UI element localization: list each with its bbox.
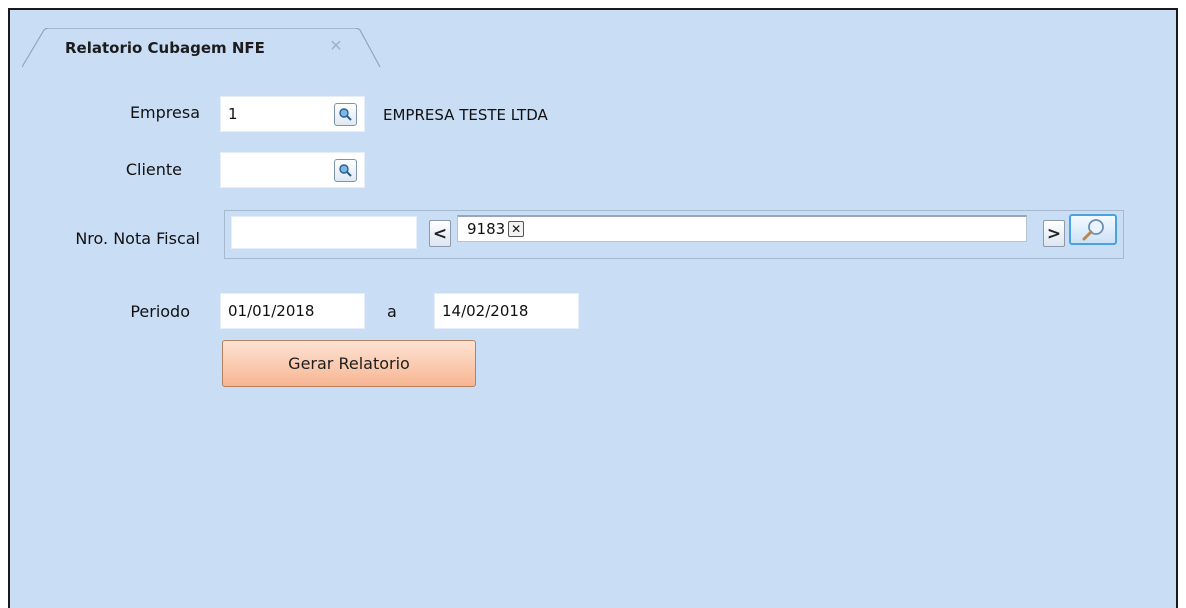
nota-fiscal-token-list[interactable]: 9183 ✕ <box>457 215 1027 242</box>
nota-fiscal-label: Nro. Nota Fiscal <box>75 229 200 248</box>
periodo-start-input[interactable]: 01/01/2018 <box>220 293 365 329</box>
report-window: Relatorio Cubagem NFE ✕ Empresa 1 EMPRES… <box>8 8 1178 608</box>
nota-fiscal-search-button[interactable] <box>1069 214 1117 245</box>
empresa-name: EMPRESA TESTE LTDA <box>383 106 548 124</box>
cliente-lookup-button[interactable] <box>334 159 357 182</box>
next-button[interactable]: > <box>1043 220 1065 247</box>
tab-title: Relatorio Cubagem NFE <box>65 39 265 57</box>
close-icon[interactable]: ✕ <box>327 37 345 55</box>
magnifier-icon <box>1082 218 1104 240</box>
prev-button[interactable]: < <box>429 220 451 247</box>
search-icon <box>339 164 352 177</box>
nota-fiscal-panel: < 9183 ✕ > <box>224 210 1124 259</box>
periodo-label: Periodo <box>130 302 190 321</box>
periodo-separator: a <box>387 302 397 321</box>
cliente-label: Cliente <box>125 160 182 179</box>
nota-fiscal-token: 9183 ✕ <box>467 219 525 239</box>
tab-relatorio-cubagem-nfe[interactable]: Relatorio Cubagem NFE ✕ <box>22 28 382 68</box>
chevron-left-icon: < <box>432 223 448 244</box>
periodo-end-value: 14/02/2018 <box>442 302 529 320</box>
tab-strip: Relatorio Cubagem NFE ✕ <box>10 10 1176 68</box>
token-value: 9183 <box>467 220 506 238</box>
remove-token-icon[interactable]: ✕ <box>508 221 525 237</box>
gerar-relatorio-button[interactable]: Gerar Relatorio <box>222 340 476 387</box>
nota-fiscal-input[interactable] <box>231 216 417 249</box>
empresa-value: 1 <box>228 105 238 123</box>
empresa-lookup-button[interactable] <box>334 103 357 126</box>
periodo-start-value: 01/01/2018 <box>228 302 315 320</box>
periodo-end-input[interactable]: 14/02/2018 <box>434 293 579 329</box>
empresa-label: Empresa <box>129 103 200 122</box>
search-icon <box>339 108 352 121</box>
chevron-right-icon: > <box>1046 223 1062 244</box>
